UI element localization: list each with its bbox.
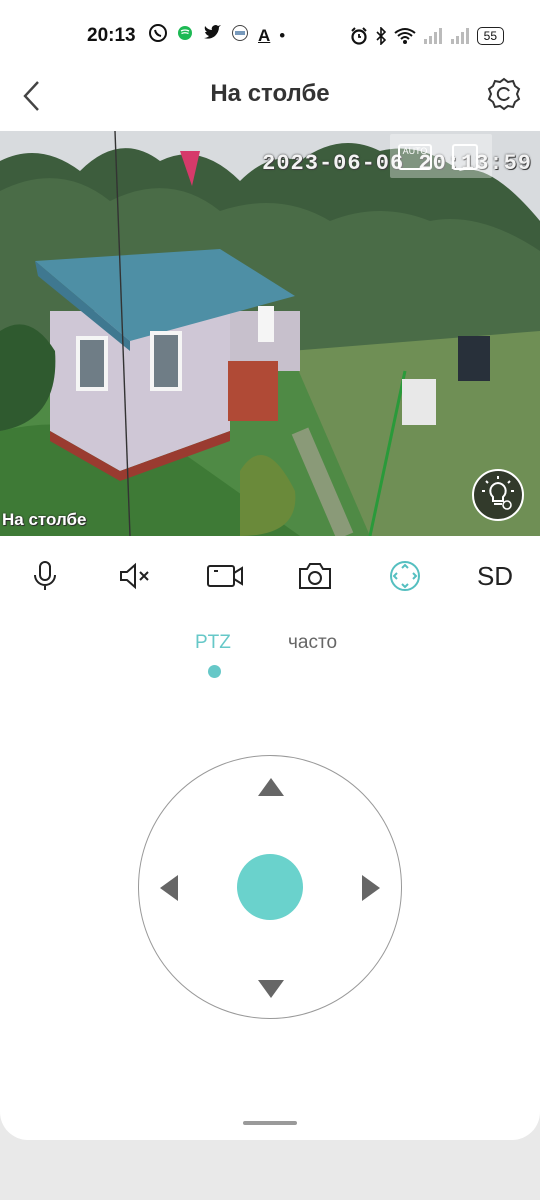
camera-label: На столбе [2, 510, 87, 529]
arrow-down-icon[interactable] [258, 980, 284, 998]
header: На столбе [0, 70, 540, 122]
app-screen: 20:13 A • 55 На столбе 2023-06-06 20:13:… [0, 0, 540, 1140]
spotify-icon [177, 25, 193, 47]
battery-icon: 55 [476, 27, 504, 45]
record-button[interactable] [197, 548, 253, 604]
ptz-button[interactable] [377, 548, 433, 604]
bluetooth-icon [376, 27, 386, 45]
viber-icon [148, 23, 168, 49]
mute-button[interactable] [107, 548, 163, 604]
joystick-center-button[interactable] [237, 854, 303, 920]
font-icon: A [258, 26, 271, 45]
video-feed[interactable]: 2023-06-06 20:13:59 AUTO На столбе [0, 131, 540, 536]
system-icons: 55 [350, 24, 504, 48]
signal-icon [423, 28, 442, 44]
tabs: PTZ часто [0, 632, 540, 682]
status-time: 20:13 [87, 25, 136, 46]
ptz-joystick[interactable] [138, 755, 402, 1019]
wifi-icon [394, 28, 416, 44]
home-indicator[interactable] [243, 1121, 297, 1125]
record-icon [207, 565, 243, 587]
microphone-button[interactable] [17, 548, 73, 604]
tab-ptz[interactable]: PTZ [195, 632, 231, 654]
auto-mode-toggle[interactable]: AUTO [390, 134, 492, 178]
app-icon [231, 24, 249, 48]
light-settings-button[interactable] [472, 469, 524, 521]
arrow-up-icon[interactable] [258, 778, 284, 796]
settings-icon[interactable] [486, 76, 522, 112]
notification-icons: A • [148, 24, 285, 48]
active-tab-indicator [208, 665, 221, 678]
twitter-icon [202, 24, 222, 48]
dot-icon: • [279, 26, 286, 45]
mute-icon [120, 562, 149, 590]
signal-icon-2 [450, 28, 469, 44]
page-title: На столбе [210, 80, 330, 107]
snapshot-icon [299, 563, 331, 589]
arrow-left-icon[interactable] [160, 875, 178, 901]
ptz-icon [390, 561, 420, 591]
camera-image [0, 131, 540, 536]
alarm-icon [350, 27, 367, 45]
auto-icon: AUTO [398, 144, 432, 170]
tab-often[interactable]: часто [288, 632, 337, 654]
control-bar: SD [0, 548, 540, 604]
status-bar: 20:13 A • 55 [0, 0, 540, 70]
microphone-icon [34, 561, 56, 590]
rotate-icon [452, 144, 478, 170]
snapshot-button[interactable] [287, 548, 343, 604]
sd-button[interactable]: SD [467, 548, 523, 604]
bulb-icon [482, 476, 514, 510]
arrow-right-icon[interactable] [362, 875, 380, 901]
